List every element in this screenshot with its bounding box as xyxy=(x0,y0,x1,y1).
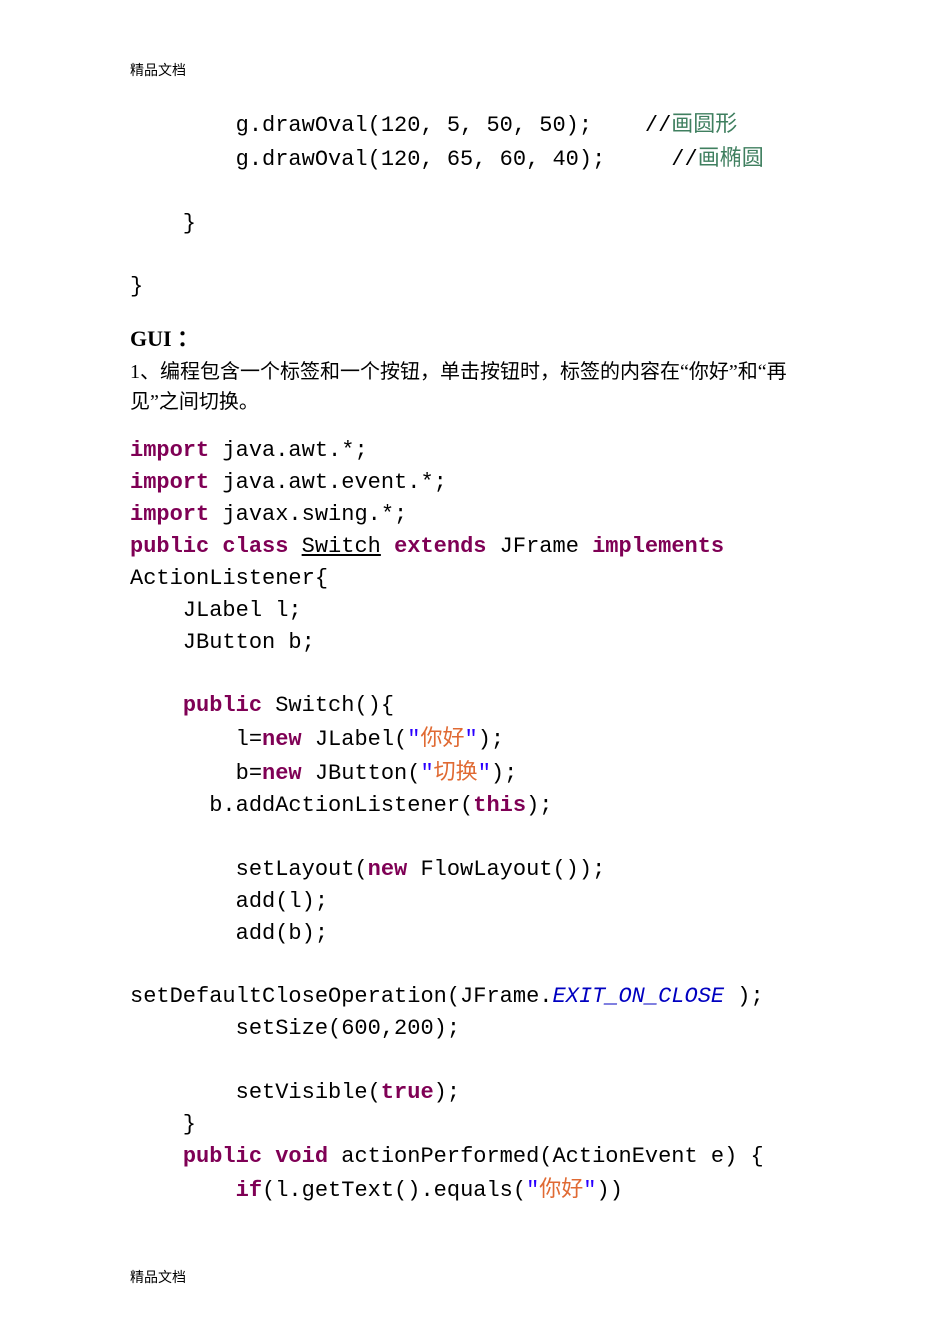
constant: EXIT_ON_CLOSE xyxy=(552,984,724,1009)
code-text: javax.swing.*; xyxy=(209,502,407,527)
keyword: import xyxy=(130,470,209,495)
page-header-label: 精品文档 xyxy=(130,60,815,80)
prose-text: 、编程包含一个标签和一个按钮，单击按钮时，标签的内容在“你好”和“再见”之间切换… xyxy=(130,361,787,413)
section-title: GUI ： xyxy=(130,321,815,353)
prose-number: 1 xyxy=(130,361,140,383)
code-text: b.addActionListener( xyxy=(130,793,473,818)
code-text: setLayout( xyxy=(130,857,368,882)
code-text: Switch(){ xyxy=(262,693,394,718)
code-line: } xyxy=(130,274,143,299)
keyword: if xyxy=(236,1178,262,1203)
code-text: java.awt.event.*; xyxy=(209,470,447,495)
code-text xyxy=(288,534,301,559)
code-text: ); xyxy=(434,1080,460,1105)
keyword: class xyxy=(222,534,288,559)
comment-text: 画椭圆 xyxy=(698,145,764,170)
keyword: public xyxy=(183,693,262,718)
keyword: void xyxy=(275,1144,328,1169)
code-text: JLabel( xyxy=(302,727,408,752)
code-text: l= xyxy=(130,727,262,752)
code-text xyxy=(262,1144,275,1169)
keyword: implements xyxy=(592,534,724,559)
code-text: ); xyxy=(724,984,764,1009)
code-text: FlowLayout()); xyxy=(407,857,605,882)
code-line: add(l); xyxy=(130,889,328,914)
code-text: setVisible( xyxy=(130,1080,381,1105)
page-footer-label: 精品文档 xyxy=(130,1267,186,1287)
comment-slash: // xyxy=(671,147,697,172)
code-line: ActionListener{ xyxy=(130,566,328,591)
keyword: this xyxy=(473,793,526,818)
keyword: public xyxy=(130,534,209,559)
keyword: new xyxy=(262,761,302,786)
code-text: JButton( xyxy=(302,761,421,786)
code-line: g.drawOval(120, 65, 60, 40); xyxy=(130,147,671,172)
string-quote: " xyxy=(583,1178,596,1203)
string-literal: 你好 xyxy=(539,1176,583,1201)
code-text: JFrame xyxy=(486,534,592,559)
keyword: new xyxy=(368,857,408,882)
code-text: java.awt.*; xyxy=(209,438,367,463)
code-line: } xyxy=(130,211,196,236)
code-block-main: import java.awt.*; import java.awt.event… xyxy=(130,435,815,1206)
keyword: true xyxy=(381,1080,434,1105)
document-page: 精品文档 g.drawOval(120, 5, 50, 50); //画圆形 g… xyxy=(0,0,945,1337)
code-line: JLabel l; xyxy=(130,598,302,623)
string-quote: " xyxy=(420,761,433,786)
keyword: public xyxy=(183,1144,262,1169)
code-text: ); xyxy=(478,727,504,752)
keyword: import xyxy=(130,502,209,527)
string-quote: " xyxy=(464,727,477,752)
code-text xyxy=(209,534,222,559)
exercise-prompt: 1、编程包含一个标签和一个按钮，单击按钮时，标签的内容在“你好”和“再见”之间切… xyxy=(130,357,815,417)
class-name: Switch xyxy=(302,534,381,559)
code-text: actionPerformed(ActionEvent e) { xyxy=(328,1144,764,1169)
code-text: ); xyxy=(526,793,552,818)
code-line: add(b); xyxy=(130,921,328,946)
code-text: setDefaultCloseOperation(JFrame. xyxy=(130,984,552,1009)
comment-slash: // xyxy=(645,113,671,138)
keyword: import xyxy=(130,438,209,463)
string-literal: 切换 xyxy=(434,759,478,784)
string-quote: " xyxy=(478,761,491,786)
code-text: (l.getText().equals( xyxy=(262,1178,526,1203)
code-line: JButton b; xyxy=(130,630,315,655)
string-literal: 你好 xyxy=(420,725,464,750)
code-text: ); xyxy=(491,761,517,786)
comment-text: 画圆形 xyxy=(671,111,737,136)
keyword: new xyxy=(262,727,302,752)
code-text xyxy=(130,693,183,718)
code-text xyxy=(381,534,394,559)
code-text xyxy=(130,1178,236,1203)
code-line: } xyxy=(130,1112,196,1137)
code-text: )) xyxy=(597,1178,623,1203)
code-line: g.drawOval(120, 5, 50, 50); xyxy=(130,113,645,138)
code-text: b= xyxy=(130,761,262,786)
keyword: extends xyxy=(394,534,486,559)
code-block-top: g.drawOval(120, 5, 50, 50); //画圆形 g.draw… xyxy=(130,108,815,303)
string-quote: " xyxy=(526,1178,539,1203)
code-text xyxy=(130,1144,183,1169)
code-line: setSize(600,200); xyxy=(130,1016,460,1041)
string-quote: " xyxy=(407,727,420,752)
